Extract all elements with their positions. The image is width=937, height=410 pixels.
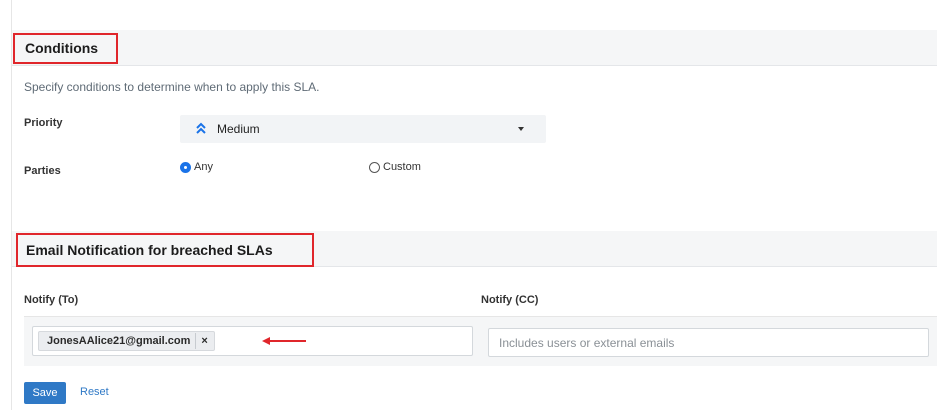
priority-label: Priority bbox=[24, 117, 63, 129]
email-chip: JonesAAlice21@gmail.com × bbox=[38, 331, 215, 351]
email-notification-title: Email Notification for breached SLAs bbox=[16, 233, 314, 267]
reset-link[interactable]: Reset bbox=[80, 386, 109, 398]
chip-remove-icon[interactable]: × bbox=[196, 335, 207, 347]
parties-radio-any-label: Any bbox=[194, 161, 213, 173]
notify-to-input[interactable]: JonesAAlice21@gmail.com × bbox=[32, 326, 473, 356]
radio-checked-icon[interactable] bbox=[180, 161, 191, 173]
radio-unchecked-icon[interactable] bbox=[369, 161, 380, 173]
parties-label: Parties bbox=[24, 165, 61, 177]
priority-select[interactable]: Medium bbox=[180, 115, 546, 143]
parties-radio-custom-label: Custom bbox=[383, 161, 421, 173]
conditions-description: Specify conditions to determine when to … bbox=[24, 80, 320, 94]
double-chevron-up-icon bbox=[196, 122, 206, 134]
priority-value: Medium bbox=[217, 122, 260, 136]
email-notification-header: Email Notification for breached SLAs bbox=[12, 231, 937, 267]
notify-cc-input[interactable] bbox=[488, 328, 929, 357]
parties-radio-custom[interactable]: Custom bbox=[369, 161, 421, 173]
notify-cc-label: Notify (CC) bbox=[481, 294, 539, 306]
notify-to-label: Notify (To) bbox=[24, 294, 79, 306]
email-chip-label: JonesAAlice21@gmail.com bbox=[47, 333, 197, 349]
conditions-header: Conditions bbox=[12, 30, 937, 66]
parties-radio-any[interactable]: Any bbox=[180, 161, 213, 173]
red-arrow-annotation bbox=[262, 337, 306, 345]
caret-down-icon bbox=[518, 127, 524, 131]
conditions-title: Conditions bbox=[13, 33, 118, 64]
save-button[interactable]: Save bbox=[24, 382, 66, 404]
